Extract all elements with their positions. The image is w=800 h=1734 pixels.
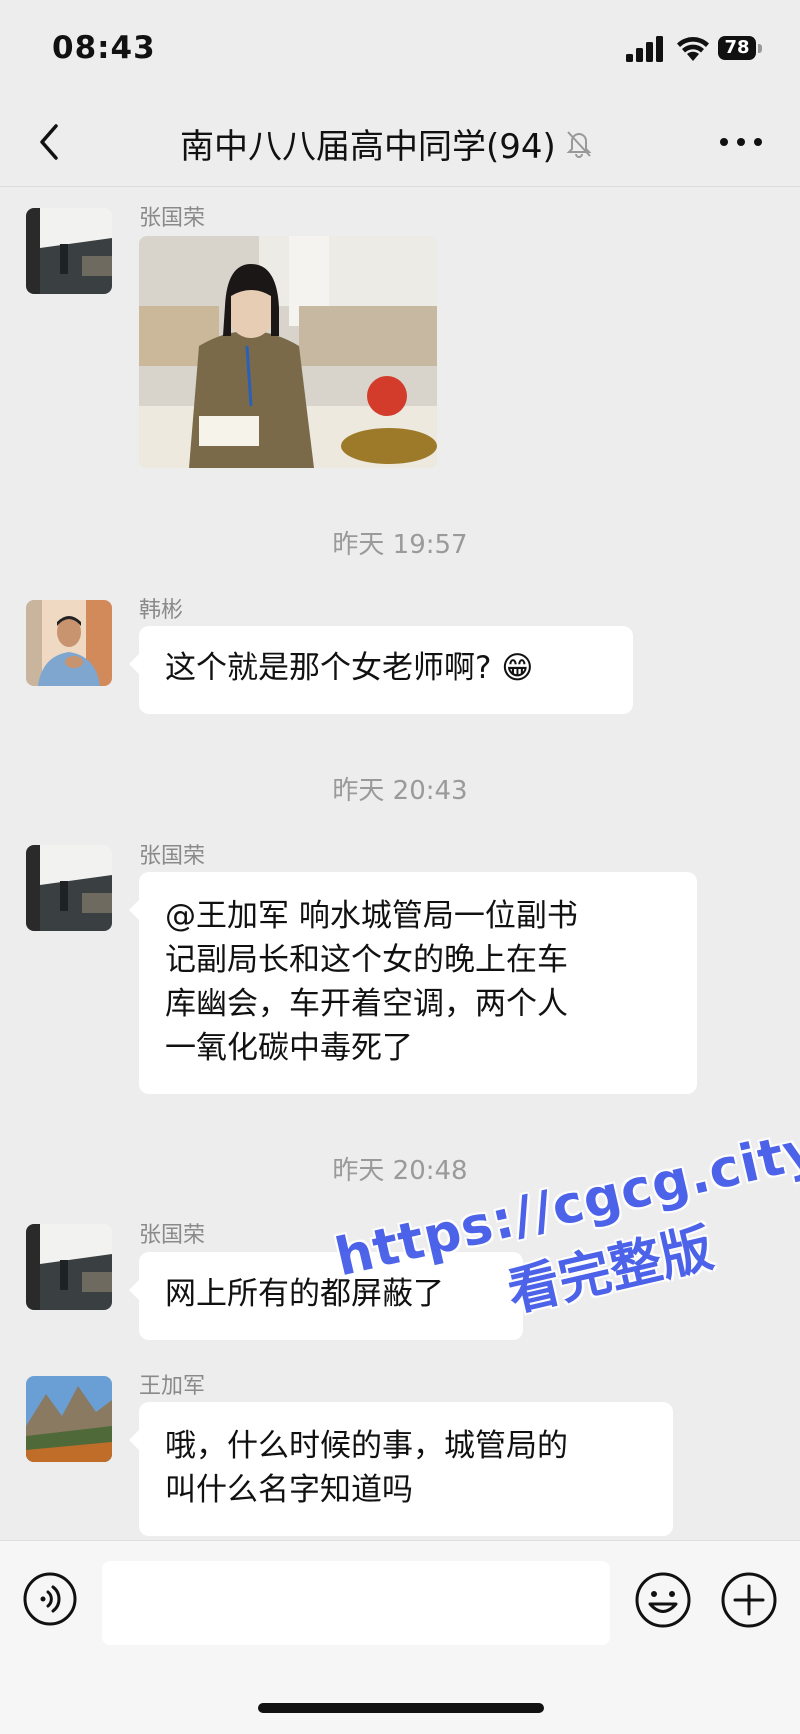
more-icon[interactable]	[718, 130, 764, 154]
home-indicator	[258, 1703, 544, 1713]
battery-level: 78	[718, 36, 756, 60]
emoji-icon[interactable]	[634, 1571, 692, 1629]
status-time: 08:43	[52, 30, 156, 66]
sender-name: 张国荣	[139, 206, 206, 231]
watermark-text: 看完整版	[502, 1218, 719, 1324]
chat-header: 南中八八届高中同学(94)	[0, 100, 800, 187]
message-bubble[interactable]: @王加军 响水城管局一位副书 记副局长和这个女的晚上在车 库幽会，车开着空调，两…	[129, 872, 697, 1094]
avatar[interactable]	[26, 1224, 112, 1310]
sender-name: 王加军	[139, 1374, 206, 1399]
chat-title-area: 南中八八届高中同学(94)	[180, 118, 594, 168]
plus-icon[interactable]	[720, 1571, 778, 1629]
wifi-icon	[677, 37, 709, 61]
message-text-line: 一氧化碳中毒死了	[165, 1030, 413, 1066]
message-text-line: 叫什么名字知道吗	[165, 1472, 413, 1508]
battery-icon: 78	[718, 36, 764, 62]
back-icon[interactable]	[34, 120, 64, 164]
timestamp: 昨天 19:57	[332, 530, 468, 560]
message-text-line: 记副局长和这个女的晚上在车	[165, 942, 568, 978]
message-image[interactable]	[139, 236, 437, 468]
avatar[interactable]	[26, 845, 112, 931]
input-bar	[0, 1540, 800, 1734]
status-bar: 08:43 78	[0, 0, 800, 100]
mute-bell-icon	[566, 131, 592, 158]
message-text: 这个就是那个女老师啊? 😁	[165, 650, 534, 686]
message-bubble[interactable]: 哦，什么时候的事，城管局的 叫什么名字知道吗	[129, 1402, 673, 1536]
sender-name: 张国荣	[139, 1223, 206, 1248]
timestamp: 昨天 20:43	[332, 776, 468, 806]
signal-icon	[626, 36, 663, 62]
sender-name: 张国荣	[139, 844, 206, 869]
avatar[interactable]	[26, 1376, 112, 1462]
message-text: 网上所有的都屏蔽了	[165, 1276, 444, 1312]
message-text-line: 哦，什么时候的事，城管局的	[165, 1428, 568, 1464]
chat-title: 南中八八届高中同学(94)	[180, 126, 556, 167]
avatar[interactable]	[26, 208, 112, 294]
message-bubble[interactable]: 网上所有的都屏蔽了	[129, 1252, 523, 1340]
message-input[interactable]	[102, 1561, 610, 1645]
avatar[interactable]	[26, 600, 112, 686]
message-text-line: 库幽会，车开着空调，两个人	[165, 986, 568, 1022]
message-text-line: @王加军 响水城管局一位副书	[165, 898, 578, 934]
message-bubble[interactable]: 这个就是那个女老师啊? 😁	[129, 626, 633, 714]
timestamp: 昨天 20:48	[332, 1156, 468, 1186]
voice-icon[interactable]	[22, 1571, 78, 1627]
sender-name: 韩彬	[139, 598, 184, 623]
